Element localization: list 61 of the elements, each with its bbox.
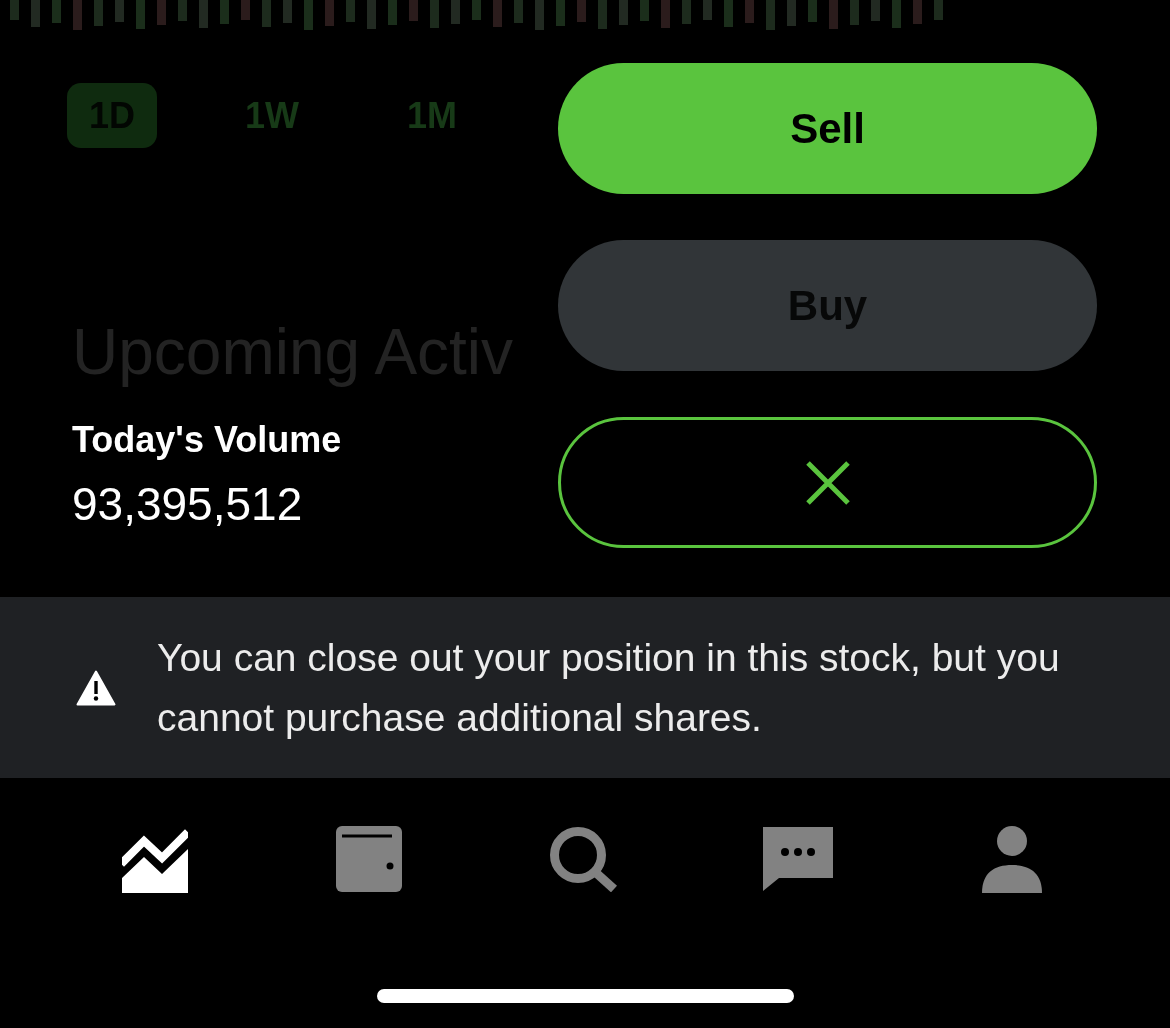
- volume-bar: [10, 0, 19, 20]
- volume-bar: [682, 0, 691, 24]
- volume-bar: [661, 0, 670, 28]
- volume-bar: [871, 0, 880, 21]
- volume-bar: [598, 0, 607, 29]
- search-icon: [549, 826, 618, 892]
- volume-bar: [220, 0, 229, 24]
- range-tab[interactable]: 1W: [227, 83, 317, 148]
- volume-bar: [178, 0, 187, 21]
- volume-bar: [409, 0, 418, 21]
- volume-bar: [640, 0, 649, 21]
- volume-bar: [472, 0, 481, 20]
- volume-bar: [535, 0, 544, 30]
- volume-bar: [283, 0, 292, 23]
- volume-bar: [703, 0, 712, 20]
- volume-bar: [199, 0, 208, 28]
- volume-value: 93,395,512: [72, 477, 304, 532]
- volume-bar: [493, 0, 502, 27]
- volume-bar: [73, 0, 82, 30]
- range-tab[interactable]: 1M: [387, 83, 477, 148]
- volume-bar: [388, 0, 397, 25]
- search-tab[interactable]: [549, 824, 618, 894]
- volume-label: Today's Volume: [72, 417, 343, 461]
- profile-tab[interactable]: [981, 824, 1042, 894]
- volume-bar: [430, 0, 439, 28]
- volume-bar: [157, 0, 166, 25]
- volume-bar: [829, 0, 838, 29]
- volume-bar: [850, 0, 859, 25]
- volume-bar: [262, 0, 271, 27]
- volume-bar: [367, 0, 376, 29]
- notice-text: You can close out your position in this stock, but you cannot purchase additional shares.: [157, 634, 1061, 741]
- volume-bar: [556, 0, 565, 26]
- volume-bar: [451, 0, 460, 24]
- chat-bubble-icon: [762, 827, 833, 891]
- volume-bar: [892, 0, 901, 28]
- volume-bar: [808, 0, 817, 22]
- volume-bar: [766, 0, 775, 30]
- sell-button[interactable]: Sell: [558, 63, 1097, 194]
- volume-bar: [745, 0, 754, 23]
- volume-bar: [913, 0, 922, 24]
- volume-bar: [346, 0, 355, 22]
- volume-bar: [514, 0, 523, 23]
- volume-bar: [934, 0, 943, 20]
- volume-bar: [31, 0, 40, 27]
- volume-bar: [724, 0, 733, 27]
- volume-bar: [787, 0, 796, 26]
- volume-bar: [115, 0, 124, 22]
- volume-bar: [619, 0, 628, 25]
- person-icon: [981, 825, 1042, 893]
- volume-bar: [94, 0, 103, 26]
- volume-bar: [241, 0, 250, 20]
- volume-bar: [577, 0, 586, 22]
- warning-icon: [76, 669, 116, 706]
- volume-bar: [52, 0, 61, 23]
- wallet-tab[interactable]: [336, 824, 403, 894]
- wallet-icon: [336, 826, 403, 892]
- volume-bar: [304, 0, 313, 30]
- messages-tab[interactable]: [762, 824, 833, 894]
- close-icon: [804, 459, 851, 506]
- volume-bar: [325, 0, 334, 26]
- volume-bar: [136, 0, 145, 29]
